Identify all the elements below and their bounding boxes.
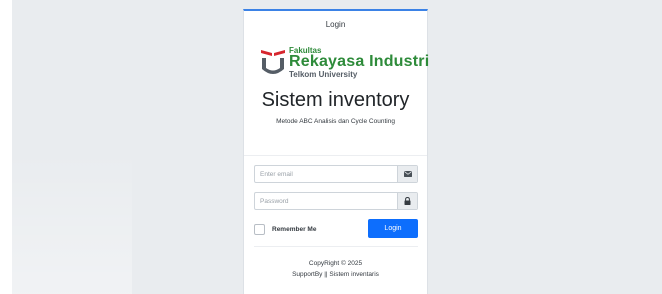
remember-me-label: Remember Me (272, 226, 317, 233)
footer-divider (254, 246, 418, 247)
email-field[interactable] (255, 166, 397, 182)
password-addon (397, 193, 417, 209)
footer: CopyRight © 2025 SupportBy || Sistem inv… (244, 258, 427, 280)
app-title: Sistem inventory (261, 89, 410, 111)
university-logo: Fakultas Rekayasa Industri Telkom Univer… (261, 46, 429, 87)
login-button[interactable]: Login (368, 219, 418, 238)
card-header: Login (325, 20, 346, 29)
password-input-group (254, 192, 418, 210)
login-card: Login Fakultas Rekayasa Industri Telkom … (243, 9, 429, 294)
copyright-text: CopyRight © 2025 (308, 260, 363, 267)
support-text: SupportBy || Sistem inventaris (292, 271, 379, 278)
lock-icon (404, 197, 411, 205)
app-subtitle: Metode ABC Analisis dan Cycle Counting (276, 118, 395, 125)
email-input-group (254, 165, 418, 183)
email-addon (397, 166, 417, 182)
background-shade (12, 150, 132, 294)
remember-me-checkbox[interactable] (254, 224, 265, 235)
divider (244, 155, 427, 156)
remember-me[interactable]: Remember Me (254, 224, 316, 235)
logo-mark-icon (261, 50, 285, 74)
envelope-icon (403, 171, 412, 177)
password-field[interactable] (255, 193, 397, 209)
logo-line-2: Rekayasa Industri (289, 53, 430, 70)
logo-line-3: Telkom University (289, 70, 358, 79)
